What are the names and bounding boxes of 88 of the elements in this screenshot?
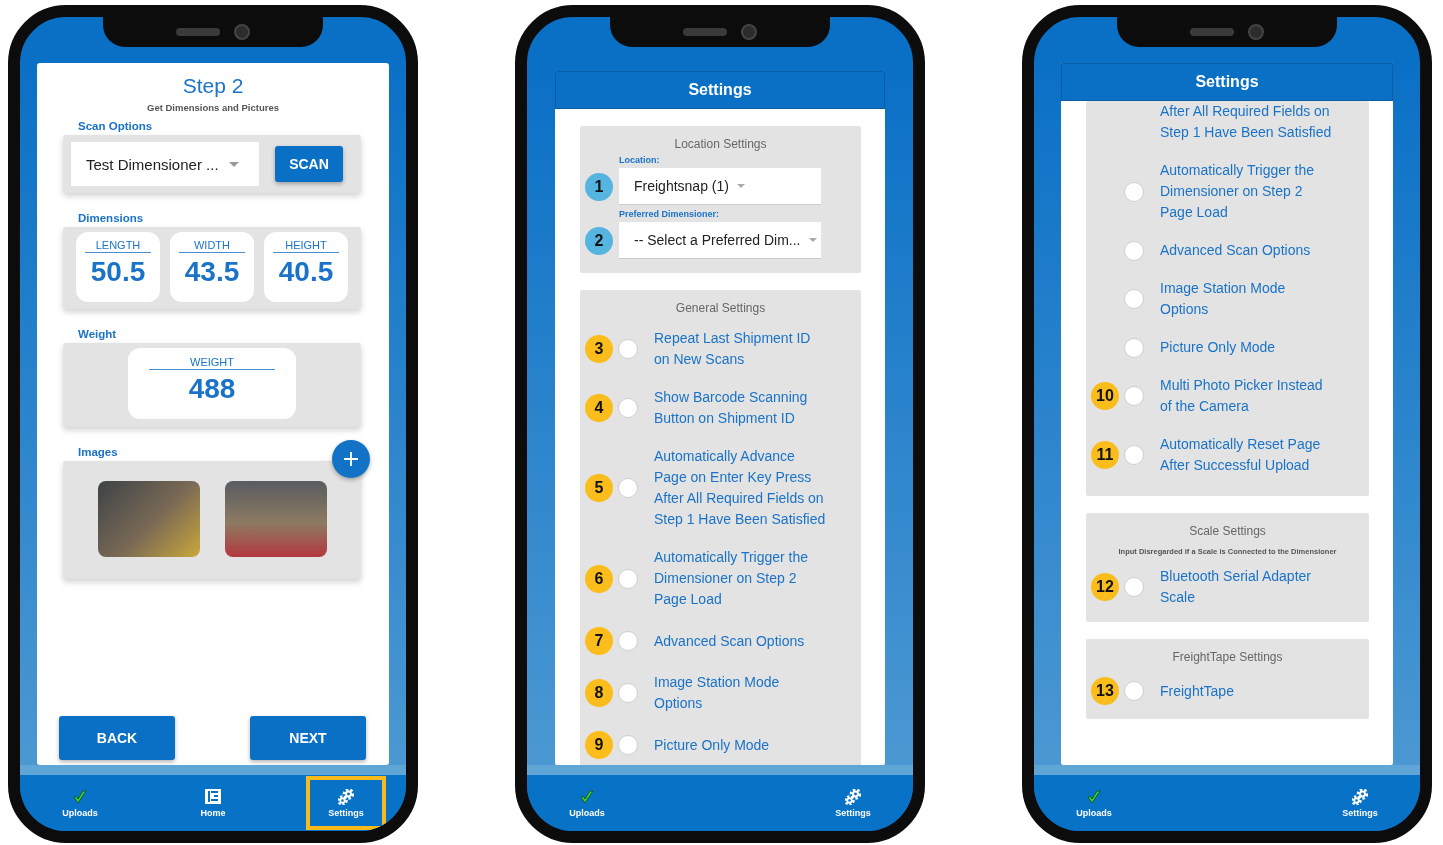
section-label: Scan Options — [78, 119, 153, 133]
radio-button[interactable] — [1124, 337, 1144, 358]
check-icon — [72, 788, 88, 805]
panel-heading: FreightTape Settings — [1171, 649, 1284, 664]
number-badge: 9 — [585, 731, 613, 759]
check-icon — [1086, 788, 1102, 805]
nav-tab[interactable]: Home — [173, 776, 253, 830]
setting-label: Picture Only Mode — [1160, 338, 1277, 357]
panel-heading: Location Settings — [673, 136, 768, 151]
field-label: Location: — [619, 155, 661, 166]
setting-label: Automatically Trigger the Dimensioner on Step 2 Page Load — [1160, 161, 1316, 222]
select-dropdown[interactable]: Freightsnap (1) — [619, 168, 821, 205]
dimensioner-dropdown[interactable]: Test Dimensioner ... — [71, 142, 259, 186]
radio-button[interactable] — [1124, 577, 1144, 597]
nav-tab[interactable]: Uploads — [40, 776, 120, 830]
dimension-value: 50.5 — [90, 255, 146, 289]
weight-label: WEIGHT — [149, 356, 275, 370]
number-badge: 13 — [1091, 677, 1119, 705]
check-icon — [579, 788, 595, 805]
setting-label: Picture Only Mode — [654, 735, 771, 755]
nav-button[interactable]: BACK — [59, 716, 175, 760]
setting-label: Repeat Last Shipment ID on New Scans — [654, 329, 812, 369]
nav-tab[interactable]: Uploads — [1054, 776, 1134, 830]
setting-label: Show Barcode Scanning Button on Shipment ID — [654, 388, 809, 428]
number-badge: 5 — [585, 474, 613, 502]
radio-button[interactable] — [1124, 240, 1144, 261]
dimension-label: HEIGHT — [273, 239, 339, 253]
field-label: Preferred Dimensioner: — [619, 209, 721, 220]
section-label: Images — [78, 445, 118, 459]
panel-heading: General Settings — [674, 300, 767, 315]
radio-button[interactable] — [1124, 386, 1144, 406]
nav-tab[interactable]: Settings — [813, 776, 893, 830]
section-label: Weight — [78, 327, 117, 341]
number-badge: 11 — [1091, 441, 1119, 469]
radio-button[interactable] — [1124, 289, 1144, 309]
screen-header: Settings — [555, 71, 885, 109]
settings-icon — [1352, 788, 1368, 805]
radio-button[interactable] — [618, 339, 638, 359]
nav-tab[interactable]: Uploads — [547, 776, 627, 830]
radio-button[interactable] — [1124, 681, 1144, 701]
setting-label: Automatically Trigger the Dimensioner on Step 2 Page Load — [654, 548, 810, 609]
setting-label: Image Station Mode Options — [654, 673, 781, 713]
dimension-label: LENGTH — [85, 239, 151, 253]
add-image-button[interactable] — [332, 440, 370, 478]
dimension-value: 40.5 — [278, 255, 334, 289]
panel-heading: Scale Settings — [1188, 523, 1267, 538]
number-badge: 1 — [585, 172, 613, 201]
radio-button[interactable] — [618, 478, 638, 498]
setting-label: Automatically Advance Page on Enter Key Press After All Required Fields on Step 1 Have Been Satisfied — [654, 447, 826, 529]
radio-button[interactable] — [618, 683, 638, 703]
step-subtitle: Get Dimensions and Pictures — [147, 102, 279, 113]
section-label: Dimensions — [78, 211, 144, 225]
number-badge: 7 — [585, 627, 613, 655]
setting-label: Automatically Reset Page After Successful Upload — [1160, 435, 1322, 475]
nav-tab[interactable]: Settings — [1320, 776, 1400, 830]
radio-button[interactable] — [1124, 181, 1144, 202]
number-badge: 6 — [585, 564, 613, 593]
number-badge: 10 — [1091, 382, 1119, 410]
setting-label: FreightTape — [1160, 681, 1235, 701]
setting-label: After All Required Fields on Step 1 Have Been Satisfied — [1160, 102, 1332, 142]
step-title: Step 2 — [182, 73, 244, 99]
dimension-value: 43.5 — [184, 255, 240, 289]
number-badge: 12 — [1091, 573, 1119, 601]
number-badge: 4 — [585, 394, 613, 422]
setting-label: Bluetooth Serial Adapter Scale — [1160, 567, 1312, 607]
setting-label: Multi Photo Picker Instead of the Camera — [1160, 376, 1324, 416]
nav-tab[interactable]: Settings — [306, 776, 386, 830]
setting-label: Advanced Scan Options — [654, 631, 806, 651]
radio-button[interactable] — [618, 568, 638, 589]
scan-button[interactable]: SCAN — [275, 146, 343, 182]
number-badge: 3 — [585, 335, 613, 363]
plus-icon — [343, 451, 359, 467]
select-dropdown[interactable]: -- Select a Preferred Dim... — [619, 222, 821, 259]
radio-button[interactable] — [618, 735, 638, 755]
settings-icon — [338, 788, 354, 805]
number-badge: 2 — [585, 226, 613, 255]
setting-label: Image Station Mode Options — [1160, 279, 1287, 319]
screen-header: Settings — [1061, 63, 1393, 101]
dimension-label: WIDTH — [179, 239, 245, 253]
radio-button[interactable] — [618, 398, 638, 418]
weight-value: 488 — [188, 372, 236, 406]
radio-button[interactable] — [618, 631, 638, 651]
radio-button[interactable] — [1124, 445, 1144, 465]
settings-icon — [845, 788, 861, 805]
number-badge: 8 — [585, 679, 613, 707]
nav-button[interactable]: NEXT — [250, 716, 366, 760]
setting-label: Advanced Scan Options — [1160, 241, 1312, 260]
grid-icon — [204, 788, 222, 805]
